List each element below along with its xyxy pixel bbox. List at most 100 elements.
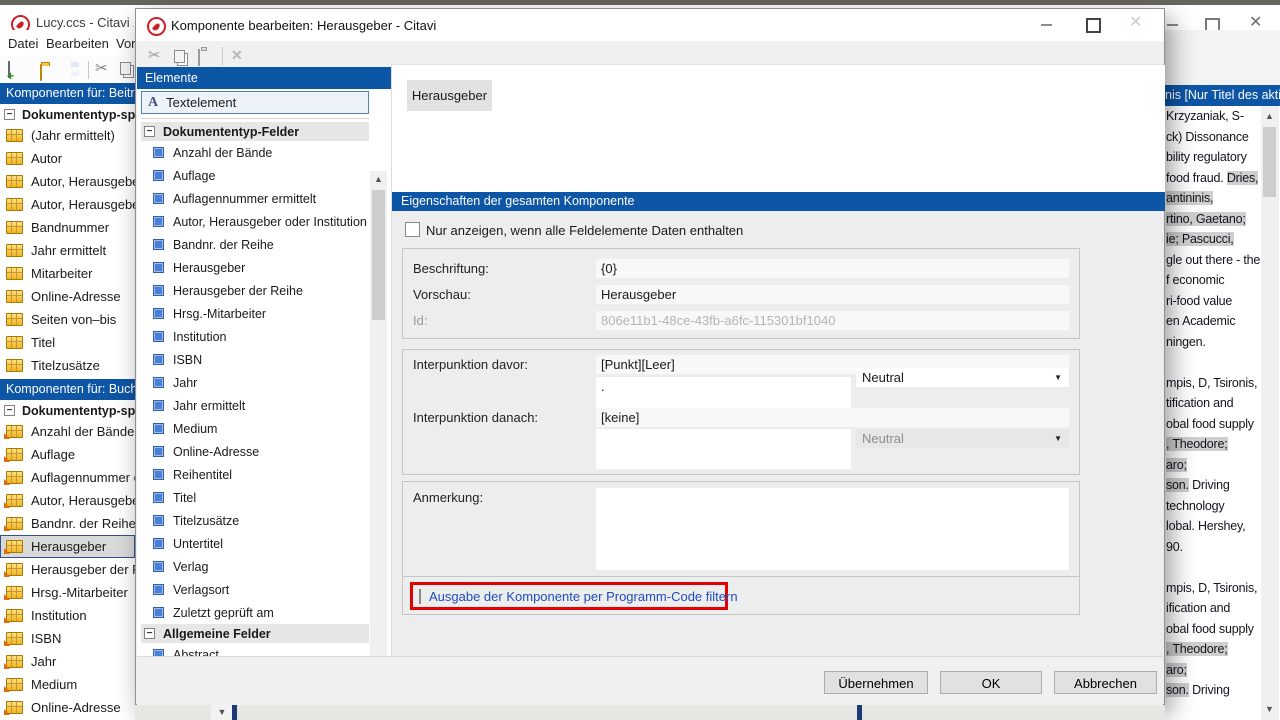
minimize-icon[interactable] <box>1167 24 1178 26</box>
element-item[interactable]: Verlagsort <box>141 578 369 601</box>
punct-after-textarea[interactable] <box>596 429 851 469</box>
punct-after-field[interactable]: [keine] <box>596 408 1069 427</box>
field-icon <box>153 492 164 503</box>
show-only-checkbox[interactable] <box>405 222 420 237</box>
sidebar-item[interactable]: Autor <box>0 147 135 170</box>
close-icon[interactable]: ✕ <box>1129 15 1142 31</box>
beschriftung-field[interactable]: {0} <box>596 259 1069 278</box>
text-element-item[interactable]: A Textelement <box>141 91 369 114</box>
sidebar-item[interactable]: Mitarbeiter <box>0 262 135 285</box>
sidebar-group-row[interactable]: − Dokumententyp-sp <box>0 105 135 124</box>
element-item[interactable]: Medium <box>141 417 369 440</box>
element-item[interactable]: Jahr <box>141 371 369 394</box>
paste-icon[interactable] <box>198 49 200 66</box>
reference-text-line: ck) Dissonance <box>1166 127 1260 148</box>
collapse-icon[interactable]: − <box>144 126 155 137</box>
sidebar-item[interactable]: Jahr ermittelt <box>0 239 135 262</box>
sidebar-item[interactable]: Auflage <box>0 443 135 466</box>
new-document-icon[interactable] <box>8 61 10 78</box>
element-item[interactable]: Titel <box>141 486 369 509</box>
collapse-icon[interactable]: − <box>4 109 15 120</box>
chevron-down-icon: ▼ <box>1054 429 1062 448</box>
copy-icon[interactable] <box>120 62 131 75</box>
element-item[interactable]: Herausgeber <box>141 256 369 279</box>
element-item[interactable]: Verlag <box>141 555 369 578</box>
vorschau-field: Herausgeber <box>596 285 1069 304</box>
sidebar-item-selected[interactable]: Herausgeber <box>0 535 135 558</box>
punct-before-dropdown[interactable]: Neutral ▼ <box>856 368 1069 387</box>
element-item[interactable]: Herausgeber der Reihe <box>141 279 369 302</box>
sidebar-item[interactable]: Herausgeber der Reih <box>0 558 135 581</box>
element-item[interactable]: Hrsg.-Mitarbeiter <box>141 302 369 325</box>
sidebar-item[interactable]: Hrsg.-Mitarbeiter <box>0 581 135 604</box>
maximize-icon[interactable] <box>1086 18 1101 33</box>
open-folder-icon[interactable] <box>40 64 42 81</box>
sidebar-item[interactable]: ISBN <box>0 627 135 650</box>
scroll-thumb[interactable] <box>1263 127 1276 197</box>
element-item-label: Titel <box>173 491 196 505</box>
delete-icon[interactable]: ✕ <box>231 47 243 64</box>
element-item[interactable]: Titelzusätze <box>141 509 369 532</box>
cut-icon[interactable]: ✂ <box>95 61 108 76</box>
scrollbar[interactable]: ▲ ▼ <box>1261 106 1279 720</box>
sidebar-item[interactable]: Bandnr. der Reihe <box>0 512 135 535</box>
collapse-icon[interactable]: − <box>144 628 155 639</box>
sidebar-item[interactable]: Bandnummer <box>0 216 135 239</box>
sidebar-item[interactable]: Autor, Herausgeber o <box>0 170 135 193</box>
filter-checkbox[interactable] <box>419 589 421 604</box>
sidebar-item[interactable]: Auflagennummer erm <box>0 466 135 489</box>
element-item-label: Bandnr. der Reihe <box>173 238 274 252</box>
sidebar-item[interactable]: Titel <box>0 331 135 354</box>
scroll-down-icon[interactable]: ▼ <box>1261 701 1278 718</box>
collapse-icon[interactable]: − <box>4 405 15 416</box>
sidebar-group-row[interactable]: − Dokumententyp-sp <box>0 401 135 420</box>
anmerkung-textarea[interactable] <box>596 488 1069 570</box>
sidebar-item[interactable]: Titelzusätze <box>0 354 135 377</box>
element-item[interactable]: Auflagennummer ermittelt <box>141 187 369 210</box>
element-item[interactable]: Abstract <box>141 643 369 656</box>
element-item[interactable]: Reihentitel <box>141 463 369 486</box>
close-icon[interactable]: ✕ <box>1249 15 1262 31</box>
cancel-button[interactable]: Abbrechen <box>1054 671 1157 694</box>
copy-icon[interactable] <box>174 50 185 63</box>
sidebar-item[interactable]: Institution <box>0 604 135 627</box>
scroll-down-icon[interactable]: ▼ <box>211 705 233 720</box>
punct-before-textarea[interactable]: . <box>596 377 851 409</box>
element-item[interactable]: ISBN <box>141 348 369 371</box>
element-item[interactable]: Anzahl der Bände <box>141 141 369 164</box>
element-item[interactable]: Institution <box>141 325 369 348</box>
element-item[interactable]: Jahr ermittelt <box>141 394 369 417</box>
sidebar-item[interactable]: Jahr <box>0 650 135 673</box>
scroll-up-icon[interactable]: ▲ <box>1261 108 1278 125</box>
reference-text-line: ie; Pascucci, <box>1166 229 1260 250</box>
element-group-header[interactable]: −Allgemeine Felder <box>141 624 369 643</box>
component-chip[interactable]: Herausgeber <box>407 80 492 111</box>
sidebar-item[interactable]: Medium <box>0 673 135 696</box>
sidebar-item[interactable]: Autor, Herausgeber o <box>0 489 135 512</box>
sidebar-item[interactable]: Autor, Herausgeber o <box>0 193 135 216</box>
minimize-icon[interactable] <box>1041 24 1052 26</box>
element-group-header[interactable]: −Dokumententyp-Felder <box>141 122 369 141</box>
cut-icon[interactable]: ✂ <box>148 48 161 63</box>
element-item[interactable]: Untertitel <box>141 532 369 555</box>
sidebar-item[interactable]: Online-Adresse <box>0 285 135 308</box>
scroll-thumb[interactable] <box>372 190 385 320</box>
scroll-up-icon[interactable]: ▲ <box>370 171 387 188</box>
sidebar-item[interactable]: Online-Adresse <box>0 696 135 719</box>
menu-datei[interactable]: Datei <box>8 36 38 51</box>
menu-bearbeiten[interactable]: Bearbeiten <box>46 36 109 51</box>
element-item[interactable]: Auflage <box>141 164 369 187</box>
sidebar-item[interactable]: (Jahr ermittelt) <box>0 124 135 147</box>
element-item[interactable]: Online-Adresse <box>141 440 369 463</box>
dialog-titlebar[interactable]: Komponente bearbeiten: Herausgeber - Cit… <box>136 9 1164 41</box>
sidebar-item[interactable]: Seiten von–bis <box>0 308 135 331</box>
reference-text: Krzyzaniak, S-ck) Dissonancebility regul… <box>1166 106 1260 701</box>
sidebar-item[interactable]: Anzahl der Bände <box>0 420 135 443</box>
scrollbar[interactable]: ▲ ▼ <box>370 171 387 720</box>
apply-button[interactable]: Übernehmen <box>824 671 928 694</box>
element-item[interactable]: Bandnr. der Reihe <box>141 233 369 256</box>
element-item[interactable]: Autor, Herausgeber oder Institution <box>141 210 369 233</box>
element-item[interactable]: Zuletzt geprüft am <box>141 601 369 624</box>
ok-button[interactable]: OK <box>940 671 1042 694</box>
punct-after-dropdown[interactable]: Neutral ▼ <box>856 429 1069 448</box>
